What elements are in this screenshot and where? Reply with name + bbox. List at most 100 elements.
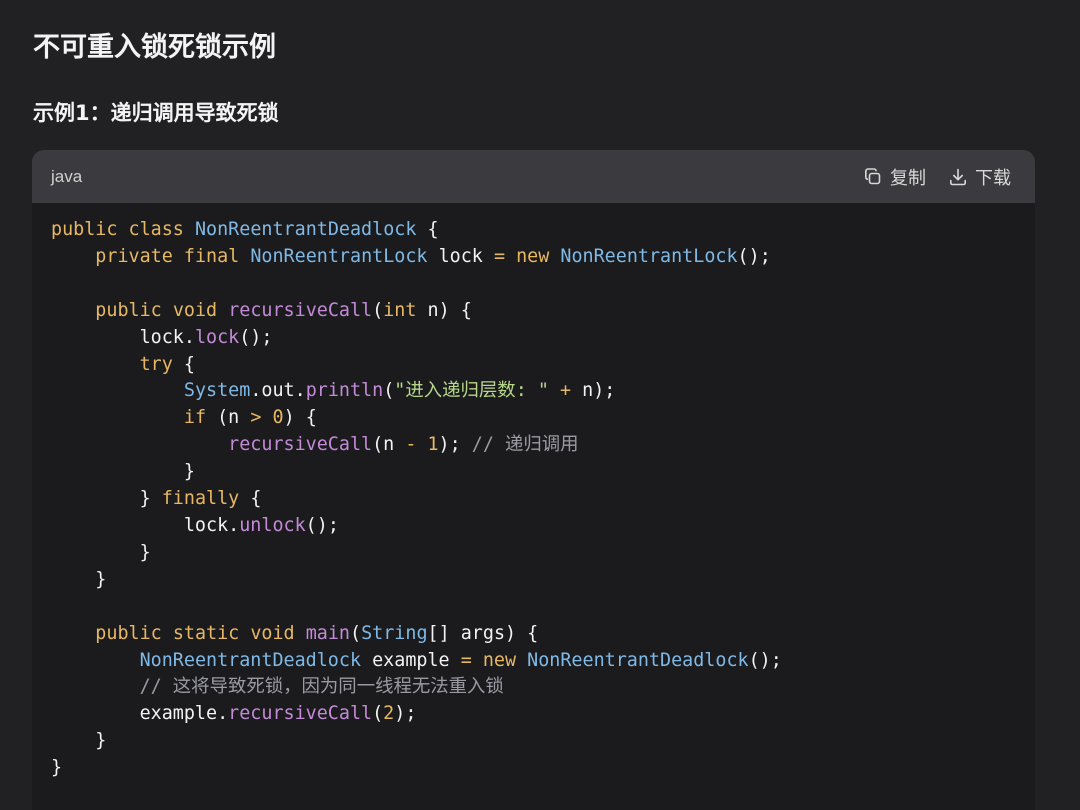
code-token: example — [361, 649, 461, 671]
code-token: (n — [372, 434, 406, 456]
copy-icon — [863, 167, 883, 187]
code-token: void — [172, 299, 218, 321]
code-token: (); — [239, 326, 273, 348]
code-token: lock. — [51, 514, 240, 536]
code-token: new — [516, 245, 550, 267]
code-token: - — [405, 434, 417, 456]
code-line: } — [51, 728, 1035, 755]
download-button[interactable]: 下载 — [948, 164, 1011, 190]
code-token: ( — [372, 299, 384, 321]
code-token: n); — [571, 380, 616, 402]
code-token: recursiveCall — [228, 434, 373, 456]
code-line: } — [51, 459, 1035, 486]
code-line: if (n > 0) { — [51, 405, 1035, 432]
code-token: recursiveCall — [228, 299, 373, 321]
code-token: main — [305, 622, 350, 644]
code-header: java 复制 下载 — [32, 150, 1035, 203]
code-token: void — [250, 622, 295, 644]
page-title: 不可重入锁死锁示例 — [33, 32, 276, 63]
code-token: ); — [394, 703, 417, 725]
code-token: lock — [427, 245, 494, 267]
code-token: // 递归调用 — [471, 434, 579, 456]
code-line: } — [51, 755, 1035, 782]
code-token: } — [51, 568, 107, 590]
code-line: } — [51, 567, 1035, 594]
code-token: [] args) { — [427, 622, 539, 644]
code-actions: 复制 下载 — [863, 164, 1011, 190]
code-line: } finally { — [51, 486, 1035, 513]
code-token: private — [95, 245, 173, 267]
code-line: lock.unlock(); — [51, 513, 1035, 540]
code-token: public — [51, 219, 118, 240]
code-token: } — [51, 488, 162, 510]
code-token: 1 — [427, 434, 439, 456]
code-token: String — [361, 622, 428, 644]
copy-button[interactable]: 复制 — [863, 164, 926, 190]
code-token: > — [250, 407, 262, 429]
code-line: public void recursiveCall(int n) { — [51, 298, 1035, 325]
code-token: lock. — [51, 326, 195, 348]
code-token: class — [128, 219, 184, 240]
code-line: NonReentrantDeadlock example = new NonRe… — [51, 648, 1035, 675]
code-token: 0 — [272, 407, 284, 429]
code-token: { — [172, 353, 195, 375]
code-token: { — [239, 488, 262, 510]
code-token: NonReentrantLock — [560, 245, 738, 267]
code-token: final — [183, 245, 240, 267]
code-token: unlock — [239, 514, 306, 536]
code-token: ( — [383, 380, 395, 402]
code-token: ) { — [283, 407, 317, 429]
code-token: if — [183, 407, 207, 429]
code-line: // 这将导致死锁，因为同一线程无法重入锁 — [51, 674, 1035, 701]
code-token: = — [460, 649, 472, 671]
code-line: private final NonReentrantLock lock = ne… — [51, 244, 1035, 271]
code-token: new — [482, 649, 517, 671]
code-token: } — [51, 461, 195, 483]
code-token: static — [172, 622, 240, 644]
code-token: ( — [372, 703, 384, 725]
code-token: (); — [305, 514, 339, 536]
copy-label: 复制 — [890, 167, 926, 189]
download-label: 下载 — [975, 167, 1011, 189]
code-content: public class NonReentrantDeadlock { priv… — [32, 203, 1035, 782]
code-line: public class NonReentrantDeadlock { — [51, 217, 1035, 244]
code-token: (); — [748, 649, 782, 671]
code-token: try — [139, 353, 173, 375]
code-token: = — [493, 245, 506, 267]
code-token: finally — [161, 488, 240, 510]
code-token: println — [305, 380, 384, 402]
code-token: int — [383, 299, 417, 321]
code-token: .out. — [250, 380, 306, 402]
page: 不可重入锁死锁示例 示例1：递归调用导致死锁 java 复制 下载 public… — [0, 0, 1080, 810]
code-token: NonReentrantDeadlock — [139, 649, 362, 671]
code-token: lock — [194, 326, 240, 348]
code-line: example.recursiveCall(2); — [51, 701, 1035, 728]
code-line: public static void main(String[] args) { — [51, 621, 1035, 648]
code-line: } — [51, 540, 1035, 567]
code-token: ( — [350, 622, 362, 644]
code-token: System — [183, 380, 251, 402]
code-token: } — [51, 541, 151, 563]
code-token: (n — [206, 407, 251, 429]
